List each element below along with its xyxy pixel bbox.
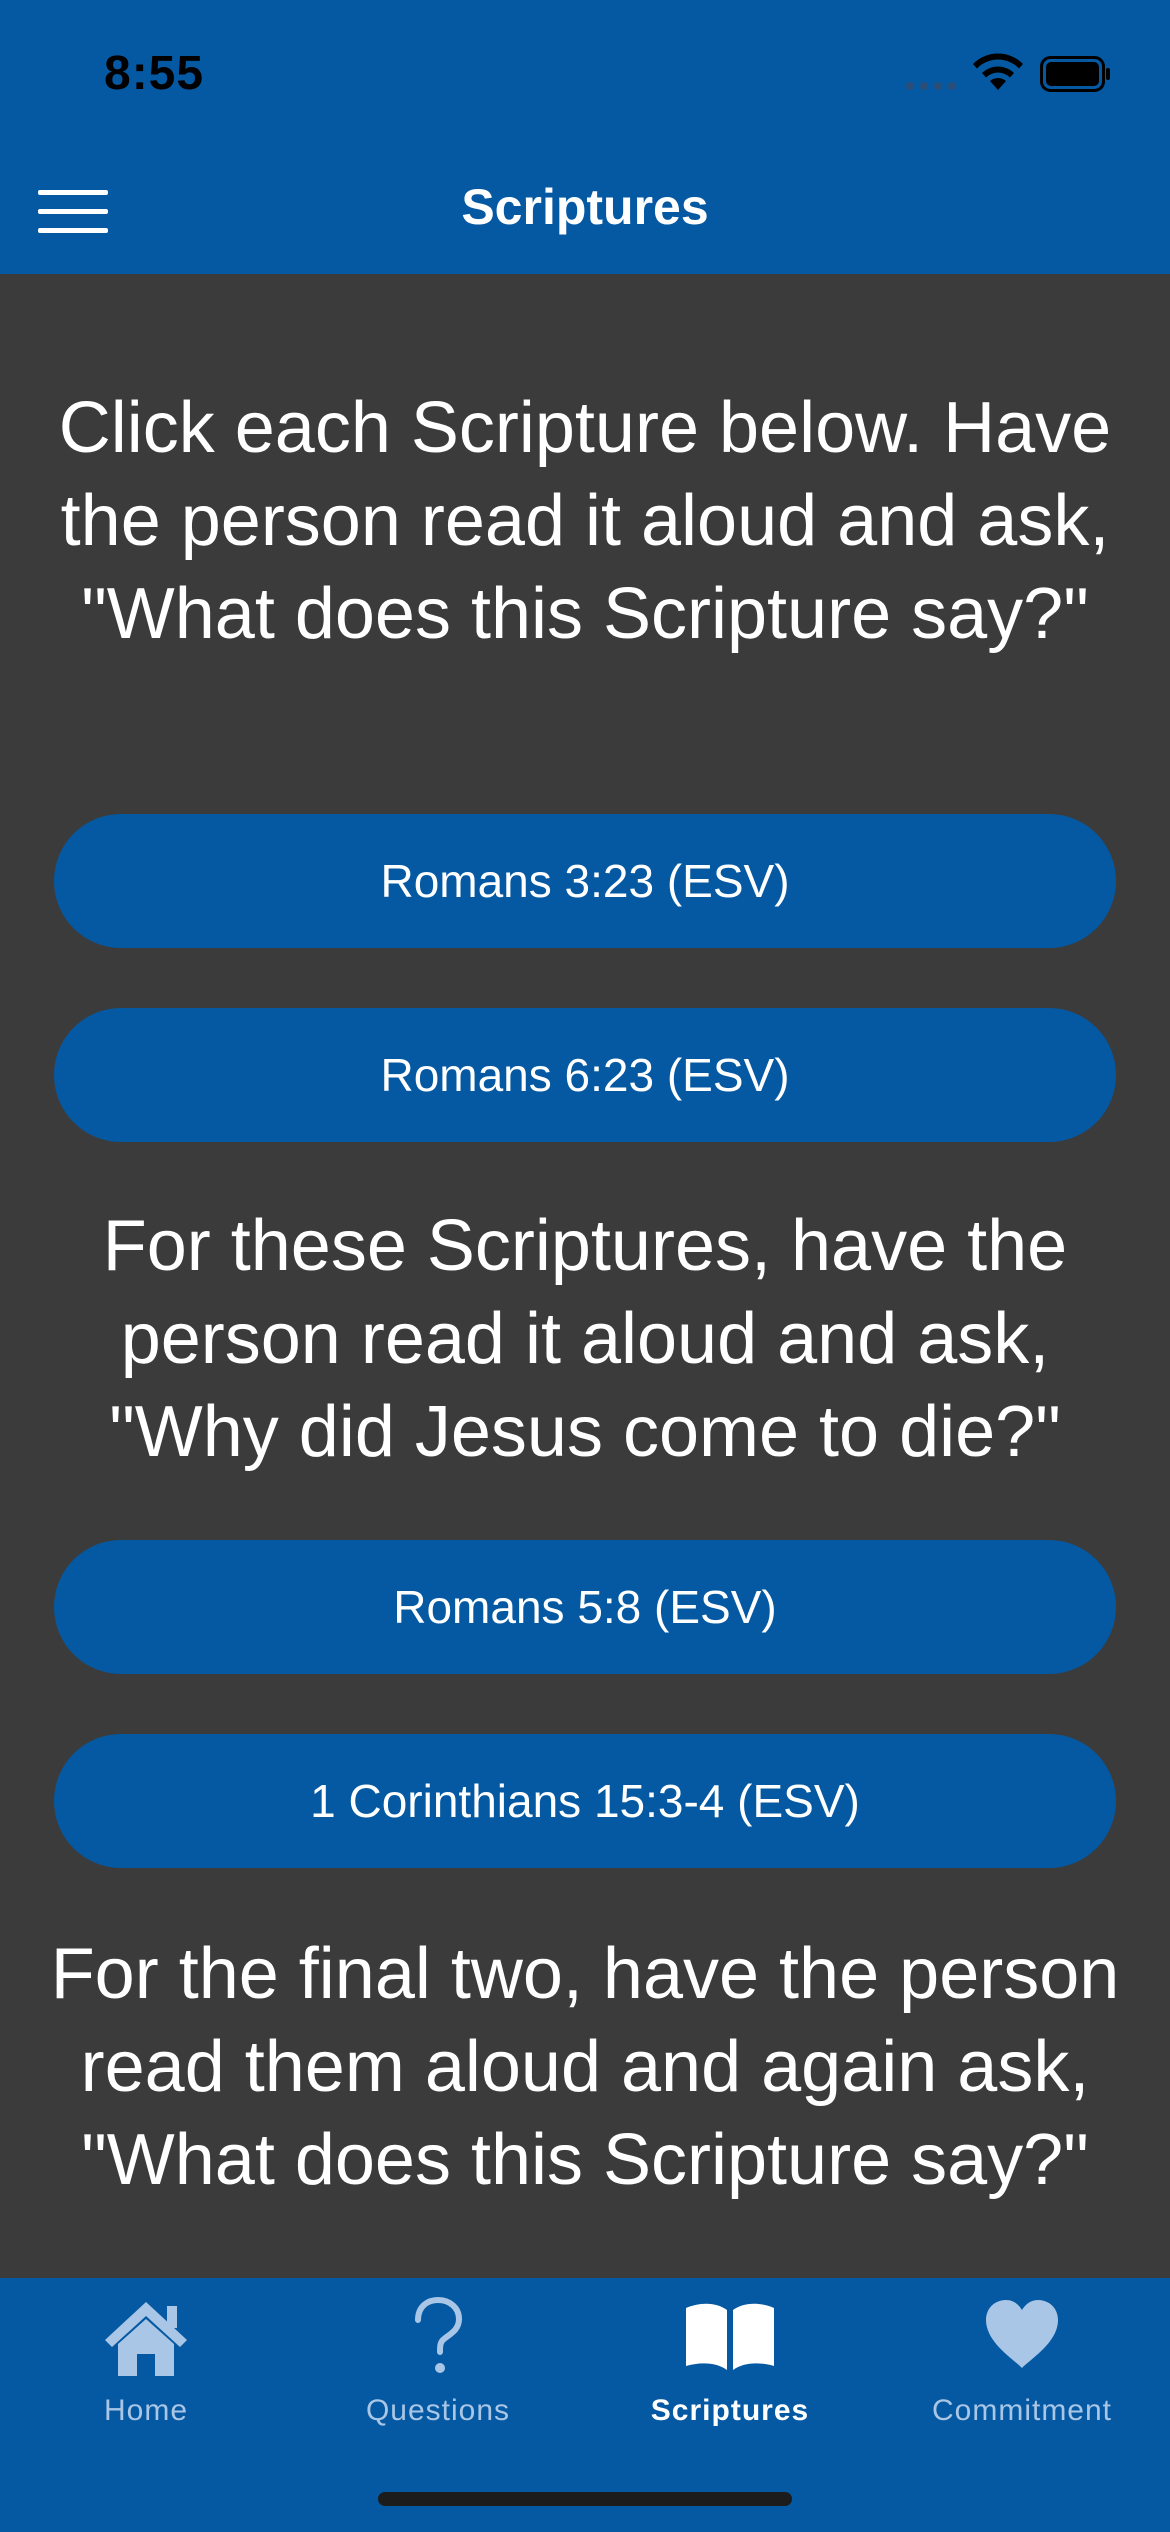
hamburger-menu-icon[interactable] bbox=[38, 190, 110, 234]
scriptures-content[interactable]: Click each Scripture below. Have the per… bbox=[0, 274, 1170, 2278]
scripture-button-1-corinthians-15-3-4[interactable]: 1 Corinthians 15:3-4 (ESV) bbox=[54, 1734, 1116, 1868]
wifi-icon bbox=[973, 53, 1023, 90]
open-book-icon bbox=[584, 2296, 876, 2386]
tab-home-label: Home bbox=[103, 2394, 189, 2427]
status-bar: 8:55 bbox=[0, 0, 1170, 150]
tab-scriptures-label: Scriptures bbox=[650, 2394, 810, 2427]
heart-icon bbox=[876, 2296, 1168, 2386]
scripture-button-romans-5-8[interactable]: Romans 5:8 (ESV) bbox=[54, 1540, 1116, 1674]
tab-scriptures[interactable]: Scriptures bbox=[584, 2278, 876, 2438]
question-mark-icon bbox=[292, 2296, 584, 2386]
scripture-button-romans-6-23[interactable]: Romans 6:23 (ESV) bbox=[54, 1008, 1116, 1142]
tab-commitment[interactable]: Commitment bbox=[876, 2278, 1168, 2438]
tab-home[interactable]: Home bbox=[0, 2278, 292, 2438]
battery-icon bbox=[1040, 56, 1110, 92]
status-time: 8:55 bbox=[104, 47, 205, 100]
section2-instruction: For these Scriptures, have the person re… bbox=[102, 1206, 1068, 1472]
tab-commitment-label: Commitment bbox=[931, 2394, 1113, 2427]
page-title: Scriptures bbox=[461, 179, 709, 235]
cellular-signal-icon bbox=[906, 82, 958, 90]
nav-bar: Scriptures bbox=[0, 150, 1170, 274]
house-icon bbox=[0, 2296, 292, 2386]
section3-instruction: For the final two, have the person read … bbox=[50, 1934, 1120, 2200]
tab-questions-label: Questions bbox=[365, 2394, 511, 2427]
tab-questions[interactable]: Questions bbox=[292, 2278, 584, 2438]
home-indicator[interactable] bbox=[378, 2492, 792, 2506]
scripture-button-romans-3-23[interactable]: Romans 3:23 (ESV) bbox=[54, 814, 1116, 948]
intro-instruction: Click each Scripture below. Have the per… bbox=[58, 388, 1112, 654]
